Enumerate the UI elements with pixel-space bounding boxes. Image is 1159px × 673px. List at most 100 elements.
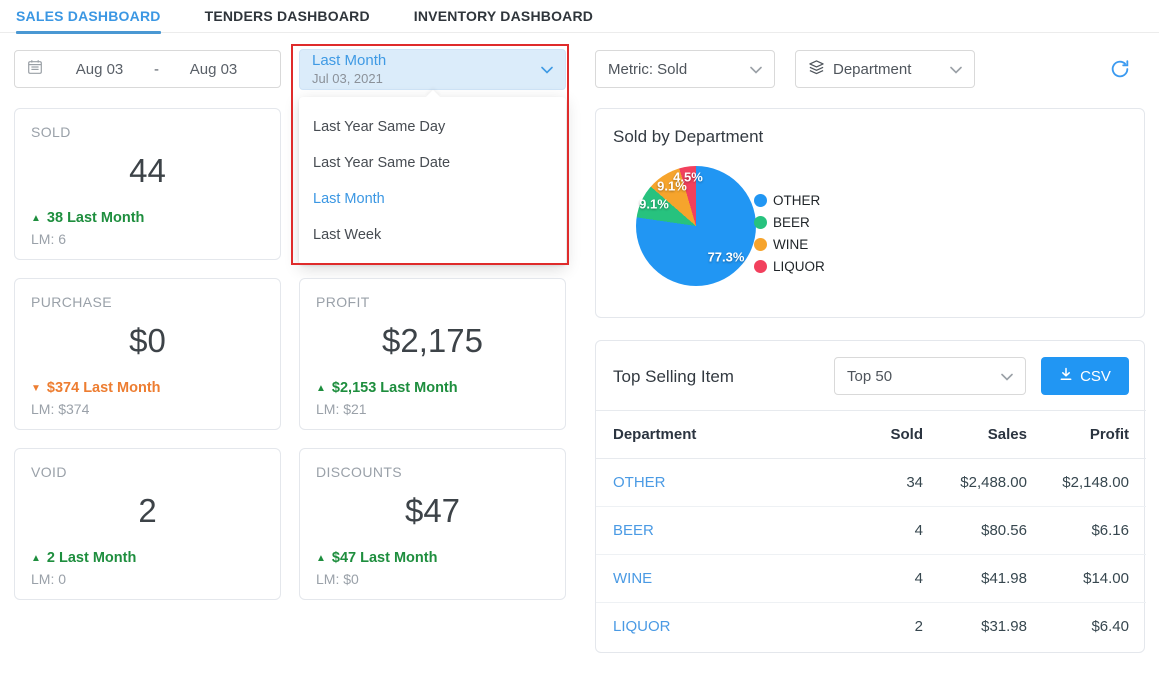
cell-profit: $2,148.00 xyxy=(1027,459,1146,507)
department-link-other[interactable]: OTHER xyxy=(613,474,666,491)
legend-item[interactable]: BEER xyxy=(754,211,825,233)
pie-legend: OTHER BEER WINE LIQUOR xyxy=(754,189,825,277)
delta-direction-icon: ▲ xyxy=(316,553,326,564)
kpi-card-profit: PROFIT $2,175 ▲ $2,153 Last Month LM: $2… xyxy=(299,278,566,430)
cell-sold: 4 xyxy=(841,555,923,603)
legend-label: LIQUOR xyxy=(773,259,825,274)
kpi-card-void: VOID 2 ▲ 2 Last Month LM: 0 xyxy=(14,448,281,600)
table-row: WINE 4 $41.98 $14.00 xyxy=(596,555,1146,603)
kpi-card-purchase: PURCHASE $0 ▼ $374 Last Month LM: $374 xyxy=(14,278,281,430)
group-by-select-value: Department xyxy=(833,61,911,78)
kpi-delta: ▲ 2 Last Month xyxy=(31,550,264,566)
kpi-value: $0 xyxy=(31,322,264,380)
department-link-liquor[interactable]: LIQUOR xyxy=(613,618,671,635)
kpi-value: $47 xyxy=(316,492,549,550)
legend-item[interactable]: LIQUOR xyxy=(754,255,825,277)
kpi-label: VOID xyxy=(31,464,264,480)
kpi-delta: ▲ $47 Last Month xyxy=(316,550,549,566)
kpi-label: SOLD xyxy=(31,124,264,140)
legend-color-dot xyxy=(754,238,767,251)
legend-label: OTHER xyxy=(773,193,820,208)
pie-slice-label-other: 77.3% xyxy=(708,250,745,265)
metric-select[interactable]: Metric: Sold xyxy=(595,50,775,88)
cell-sales: $80.56 xyxy=(923,507,1027,555)
kpi-delta-text: 38 Last Month xyxy=(47,210,144,226)
period-option-last-month[interactable]: Last Month xyxy=(299,181,566,217)
date-start[interactable]: Aug 03 xyxy=(45,61,154,78)
dashboard-tabbar: SALES DASHBOARD TENDERS DASHBOARD INVENT… xyxy=(0,0,1159,33)
legend-label: WINE xyxy=(773,237,808,252)
kpi-label: PURCHASE xyxy=(31,294,264,310)
period-option-last-week[interactable]: Last Week xyxy=(299,217,566,253)
department-link-beer[interactable]: BEER xyxy=(613,522,654,539)
tab-tenders-dashboard[interactable]: TENDERS DASHBOARD xyxy=(205,0,370,33)
period-select-date: Jul 03, 2021 xyxy=(312,71,386,87)
col-header-department: Department xyxy=(596,411,841,459)
kpi-value: 2 xyxy=(31,492,264,550)
sold-by-department-panel: Sold by Department 77.3% 9.1% 9.1% 4.5% … xyxy=(595,108,1145,318)
chevron-down-icon xyxy=(1001,368,1013,385)
cell-sales: $2,488.00 xyxy=(923,459,1027,507)
legend-color-dot xyxy=(754,216,767,229)
period-select-value: Last Month xyxy=(312,52,386,71)
csv-button-label: CSV xyxy=(1080,368,1111,385)
kpi-value: $2,175 xyxy=(316,322,549,380)
cell-profit: $14.00 xyxy=(1027,555,1146,603)
department-link-wine[interactable]: WINE xyxy=(613,570,652,587)
top-selling-table: Department Sold Sales Profit OTHER 34 $2… xyxy=(596,410,1146,651)
kpi-delta-text: $47 Last Month xyxy=(332,550,438,566)
kpi-last-month: LM: $374 xyxy=(31,401,264,417)
sales-dashboard-page: SALES DASHBOARD TENDERS DASHBOARD INVENT… xyxy=(0,0,1159,673)
col-header-profit: Profit xyxy=(1027,411,1146,459)
refresh-button[interactable] xyxy=(1107,57,1133,83)
layers-icon xyxy=(808,59,825,80)
delta-direction-icon: ▲ xyxy=(31,213,41,224)
legend-item[interactable]: OTHER xyxy=(754,189,825,211)
kpi-last-month: LM: $0 xyxy=(316,571,549,587)
delta-direction-icon: ▼ xyxy=(31,383,41,394)
legend-item[interactable]: WINE xyxy=(754,233,825,255)
top-limit-value: Top 50 xyxy=(847,368,892,385)
kpi-last-month: LM: $21 xyxy=(316,401,549,417)
period-dropdown-menu: Last Year Same Day Last Year Same Date L… xyxy=(299,97,566,265)
cell-sales: $41.98 xyxy=(923,555,1027,603)
date-end[interactable]: Aug 03 xyxy=(159,61,268,78)
top-limit-select[interactable]: Top 50 xyxy=(834,357,1026,395)
refresh-icon xyxy=(1109,58,1131,83)
calendar-icon xyxy=(27,59,43,79)
chevron-down-icon xyxy=(950,61,962,78)
period-option-last-year-same-day[interactable]: Last Year Same Day xyxy=(299,109,566,145)
pie-chart-title: Sold by Department xyxy=(613,127,763,147)
legend-color-dot xyxy=(754,194,767,207)
delta-direction-icon: ▲ xyxy=(316,383,326,394)
cell-profit: $6.40 xyxy=(1027,603,1146,651)
cell-sales: $31.98 xyxy=(923,603,1027,651)
group-by-select[interactable]: Department xyxy=(795,50,975,88)
kpi-card-sold: SOLD 44 ▲ 38 Last Month LM: 6 xyxy=(14,108,281,260)
kpi-label: DISCOUNTS xyxy=(316,464,549,480)
kpi-delta: ▼ $374 Last Month xyxy=(31,380,264,396)
top-selling-title: Top Selling Item xyxy=(613,367,734,387)
table-row: BEER 4 $80.56 $6.16 xyxy=(596,507,1146,555)
cell-sold: 4 xyxy=(841,507,923,555)
metric-select-value: Metric: Sold xyxy=(608,61,687,78)
chevron-down-icon xyxy=(541,61,553,79)
legend-color-dot xyxy=(754,260,767,273)
kpi-delta-text: $2,153 Last Month xyxy=(332,380,458,396)
date-range-picker[interactable]: Aug 03 - Aug 03 xyxy=(14,50,281,88)
kpi-card-discounts: DISCOUNTS $47 ▲ $47 Last Month LM: $0 xyxy=(299,448,566,600)
period-option-last-year-same-date[interactable]: Last Year Same Date xyxy=(299,145,566,181)
kpi-last-month: LM: 0 xyxy=(31,571,264,587)
col-header-sold: Sold xyxy=(841,411,923,459)
chevron-down-icon xyxy=(750,61,762,78)
period-select[interactable]: Last Month Jul 03, 2021 xyxy=(299,49,566,90)
kpi-label: PROFIT xyxy=(316,294,549,310)
download-icon xyxy=(1059,367,1073,385)
legend-label: BEER xyxy=(773,215,810,230)
cell-sold: 2 xyxy=(841,603,923,651)
kpi-value: 44 xyxy=(31,152,264,210)
col-header-sales: Sales xyxy=(923,411,1027,459)
csv-export-button[interactable]: CSV xyxy=(1041,357,1129,395)
tab-sales-dashboard[interactable]: SALES DASHBOARD xyxy=(16,0,161,33)
tab-inventory-dashboard[interactable]: INVENTORY DASHBOARD xyxy=(414,0,593,33)
